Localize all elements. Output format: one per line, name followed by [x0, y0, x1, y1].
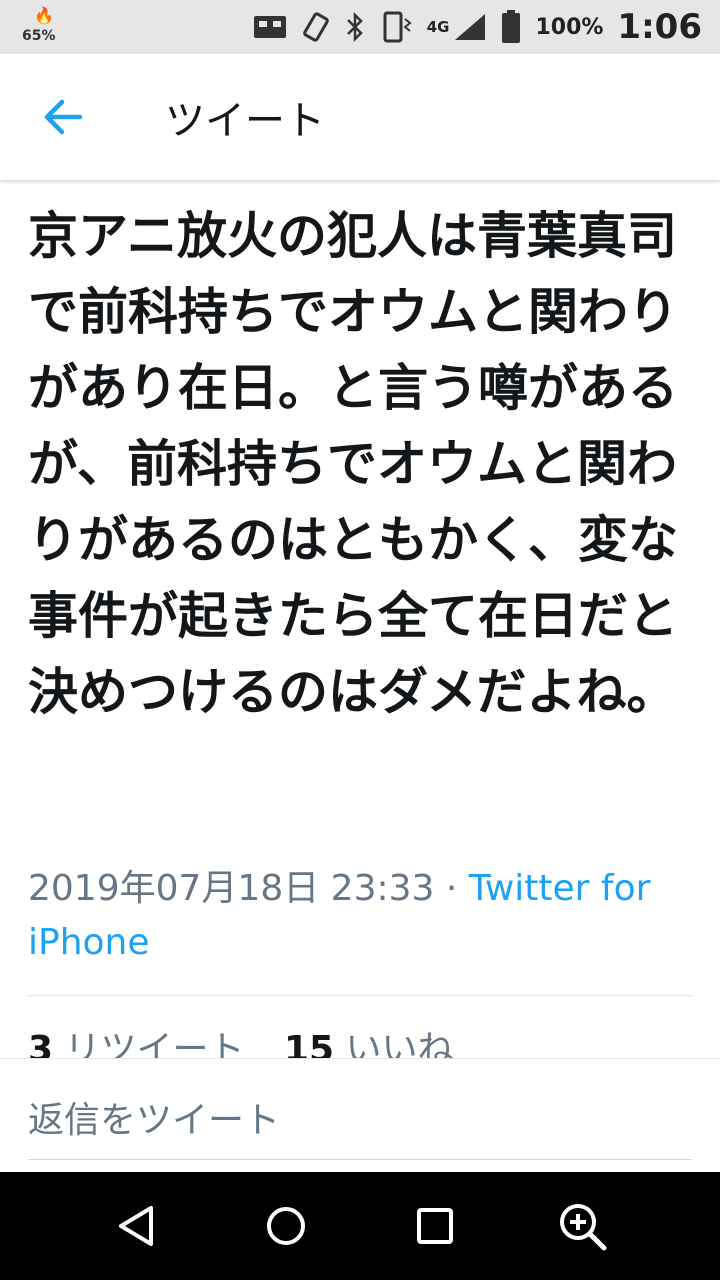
back-button[interactable] [38, 94, 88, 140]
retweet-label[interactable]: リツイート [65, 1029, 245, 1060]
signal-icon: 4G [427, 12, 488, 42]
reply-bar: 返信をツイート [0, 1058, 720, 1173]
reply-input[interactable]: 返信をツイート [28, 1091, 280, 1143]
app-bar: ツイート [0, 54, 720, 180]
zoom-icon [560, 1204, 607, 1251]
reply-underline [28, 1159, 692, 1160]
battery-percent: 100% [535, 14, 604, 40]
meta-separator: · [445, 868, 458, 909]
retweet-count[interactable]: 3 [28, 1029, 53, 1060]
battery-saver-percent: 65% [22, 28, 56, 44]
status-bar: 🔥 65% 4G 100% 1:06 [0, 0, 720, 54]
like-label[interactable]: いいね [346, 1029, 454, 1060]
nav-zoom-button[interactable] [552, 1196, 612, 1256]
tweet-timestamp: 2019年07月18日 23:33 [28, 868, 435, 909]
tweet-stats: 3 リツイート 15 いいね [28, 1020, 482, 1060]
nav-back-button[interactable] [107, 1196, 167, 1256]
bluetooth-icon [345, 12, 365, 42]
clock: 1:06 [617, 7, 702, 47]
battery-icon [501, 10, 521, 44]
recents-square-icon [417, 1208, 453, 1244]
tweet-text: 京アニ放火の犯人は青葉真司で前科持ちでオウムと関わりがあり在日。と言う噂があるが… [28, 207, 678, 721]
back-triangle-icon [119, 1206, 153, 1246]
system-nav-bar [0, 1172, 720, 1280]
home-circle-icon [267, 1207, 305, 1245]
tweet-meta: 2019年07月18日 23:33 · Twitter for iPhone [28, 862, 688, 970]
nav-recents-button[interactable] [405, 1196, 465, 1256]
network-type: 4G [426, 17, 450, 36]
vibrate-icon [379, 11, 413, 43]
battery-saver-icon: 🔥 [34, 6, 54, 25]
arrow-left-icon [44, 99, 83, 135]
rotate-icon [301, 12, 331, 42]
nav-home-button[interactable] [256, 1196, 316, 1256]
divider [28, 995, 692, 996]
page-title: ツイート [165, 98, 325, 144]
battery-saver-indicator: 🔥 65% [22, 6, 66, 48]
sd-card-icon [253, 12, 287, 42]
like-count[interactable]: 15 [284, 1029, 334, 1060]
